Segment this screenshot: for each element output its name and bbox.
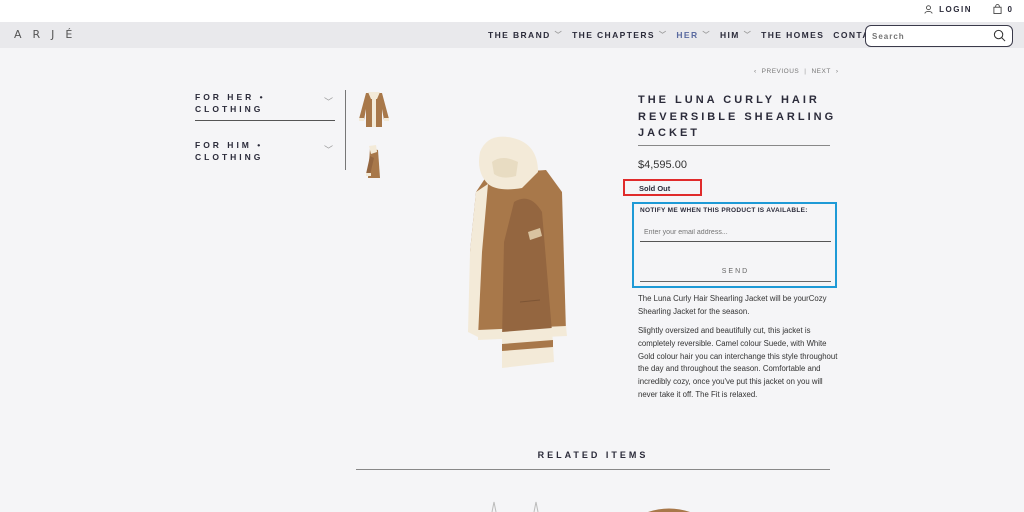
accordion-label: FOR HIM • CLOTHING <box>195 140 264 162</box>
brand-logo[interactable]: ARJÉ <box>14 28 83 41</box>
search-input[interactable] <box>866 27 986 46</box>
chevron-down-icon: ﹀ <box>323 145 333 155</box>
title-divider <box>638 145 830 146</box>
next-link[interactable]: NEXT <box>811 68 830 75</box>
pager-separator: | <box>804 68 807 75</box>
send-button[interactable]: SEND <box>640 262 831 282</box>
related-divider <box>356 469 830 470</box>
user-icon <box>924 5 933 14</box>
cart-button[interactable]: 0 <box>993 4 1012 14</box>
nav-label: HIM <box>719 30 740 40</box>
related-item-image[interactable] <box>644 503 694 512</box>
product-title: THE LUNA CURLY HAIR REVERSIBLE SHEARLING… <box>638 94 837 139</box>
nav-item-him[interactable]: HIM ﹀ <box>720 30 752 40</box>
search-box <box>865 25 1013 47</box>
thumbnail-front-view[interactable] <box>356 89 392 129</box>
notify-label: NOTIFY ME WHEN THIS PRODUCT IS AVAILABLE… <box>640 207 808 214</box>
chevron-down-icon: ﹀ <box>702 32 711 39</box>
thumbnail-side-view[interactable] <box>356 142 392 187</box>
nav-label: THE HOMES <box>761 30 825 40</box>
cart-count: 0 <box>1007 4 1012 14</box>
accordion-for-him-clothing[interactable]: FOR HIM • CLOTHING ﹀ <box>195 139 335 169</box>
chevron-down-icon: ﹀ <box>658 32 668 39</box>
chevron-down-icon: ﹀ <box>323 97 333 107</box>
chevron-left-icon: ‹ <box>754 68 757 75</box>
nav-label: THE BRAND <box>488 30 551 40</box>
chevron-right-icon: › <box>835 68 839 75</box>
main-nav: ARJÉ THE BRAND ﹀ THE CHAPTERS ﹀ HER ﹀ HIM ﹀ … <box>0 22 1024 48</box>
product-description-intro: The Luna Curly Hair Shearling Jacket wil… <box>638 294 827 316</box>
notify-me-form: NOTIFY ME WHEN THIS PRODUCT IS AVAILABLE… <box>632 202 837 288</box>
product-price: $4,595.00 <box>638 159 687 171</box>
chevron-down-icon: ﹀ <box>554 32 564 39</box>
email-field[interactable] <box>640 224 831 242</box>
utility-bar: LOGIN 0 <box>0 0 1024 22</box>
nav-label: THE CHAPTERS <box>572 30 655 40</box>
nav-item-her[interactable]: HER ﹀ <box>676 30 711 40</box>
accordion-label: FOR HER • CLOTHING <box>195 92 266 114</box>
thumbnail-divider <box>345 90 346 170</box>
nav-menu: THE BRAND ﹀ THE CHAPTERS ﹀ HER ﹀ HIM ﹀ THE H… <box>488 30 891 40</box>
shopping-bag-icon <box>993 4 1002 14</box>
nav-item-the-brand[interactable]: THE BRAND ﹀ <box>488 30 563 40</box>
nav-item-the-chapters[interactable]: THE CHAPTERS ﹀ <box>572 30 667 40</box>
login-label: LOGIN <box>939 5 972 14</box>
nav-item-the-homes[interactable]: THE HOMES <box>761 30 824 40</box>
login-link[interactable]: LOGIN <box>924 5 972 14</box>
related-item-image[interactable] <box>488 500 548 512</box>
sold-out-badge: Sold Out <box>623 179 702 196</box>
previous-link[interactable]: PREVIOUS <box>762 68 800 75</box>
product-description-details: Slightly oversized and beautifully cut, … <box>638 326 838 399</box>
nav-label: HER <box>676 30 699 40</box>
chevron-down-icon: ﹀ <box>743 32 753 39</box>
search-icon[interactable] <box>993 29 1006 42</box>
product-image <box>468 136 567 368</box>
related-items-heading: RELATED ITEMS <box>537 450 649 460</box>
product-pager: ‹ PREVIOUS | NEXT › <box>754 68 838 75</box>
accordion-for-her-clothing[interactable]: FOR HER • CLOTHING ﹀ <box>195 91 335 121</box>
